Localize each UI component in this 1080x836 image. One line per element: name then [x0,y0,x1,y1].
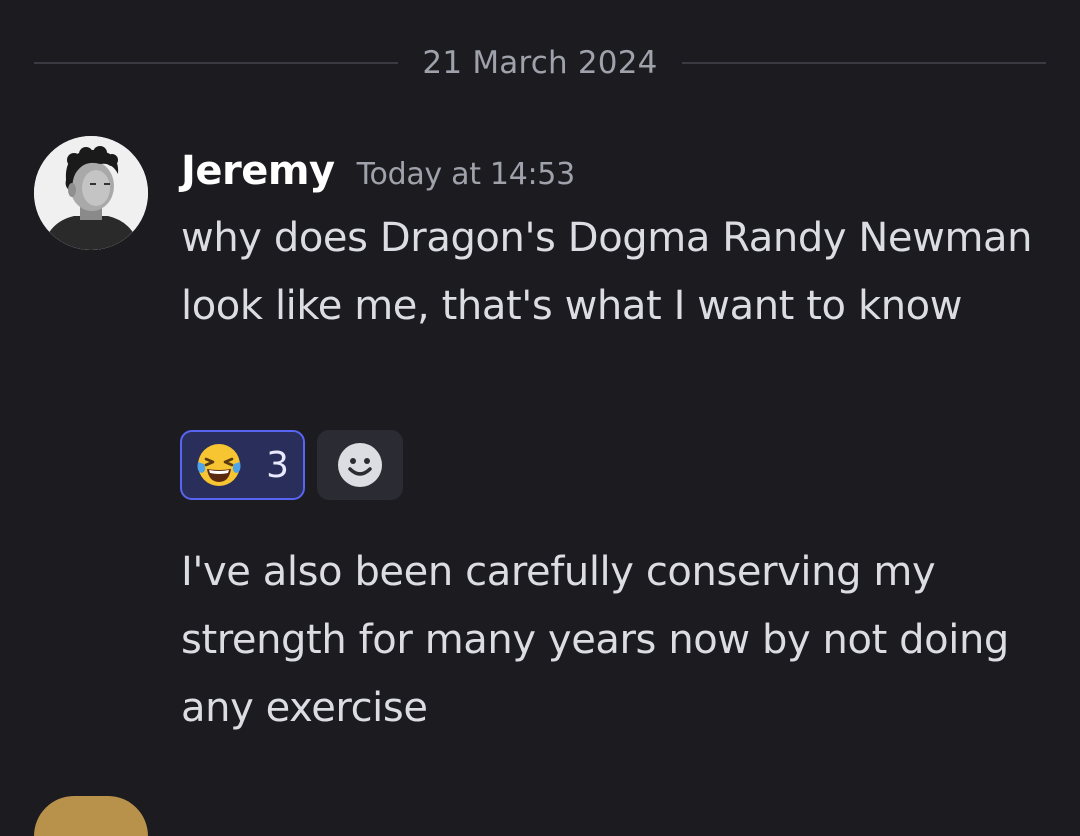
divider-line-left [34,62,399,64]
message-header: Jeremy Today at 14:53 [181,148,575,204]
reaction-laughing[interactable]: 3 [180,430,305,500]
face-with-tears-of-joy-icon [194,440,244,490]
avatar-photo [34,136,148,250]
next-message-avatar[interactable] [34,796,148,836]
author-name[interactable]: Jeremy [181,148,335,194]
divider-date: 21 March 2024 [422,45,658,81]
message-text-followup: I've also been carefully conserving my s… [181,549,1009,731]
add-reaction-button[interactable] [317,430,403,500]
divider-line-right [681,62,1046,64]
message-timestamp: Today at 14:53 [356,157,576,192]
message-text: why does Dragon's Dogma Randy Newman loo… [181,215,1033,329]
date-divider: 21 March 2024 [34,38,1046,88]
author-avatar[interactable] [34,136,148,250]
smiley-face-icon [336,441,384,489]
reaction-bar: 3 [180,430,403,500]
reaction-count: 3 [266,444,289,486]
